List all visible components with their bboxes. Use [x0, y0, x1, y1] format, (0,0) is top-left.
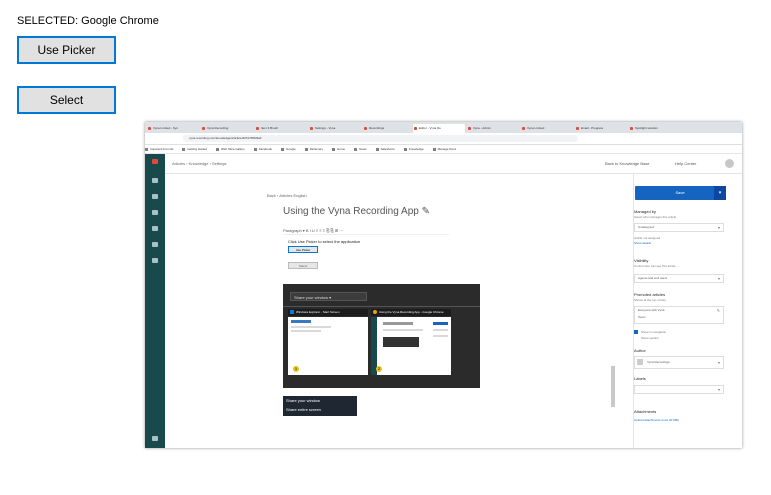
window-option-title: Using the Vyna Recording App - Google Ch… — [371, 309, 451, 316]
promotion-label: Promoted articles — [634, 292, 666, 297]
browser-tab: Recordings — [363, 124, 415, 133]
brand-icon — [152, 436, 158, 441]
avatar — [725, 159, 734, 168]
labels-field: ▾ — [634, 385, 724, 394]
browser-tab: Spotlight solution — [629, 124, 681, 133]
address-bar: vyna.recording.com/knowledge/article/edi… — [183, 135, 578, 142]
window-option-card: Windows Explorer - Start Screen 1 — [288, 309, 368, 375]
doc-breadcrumb: Back › Articles English — [267, 193, 307, 198]
author-field: Vyna Recordings ▾ — [634, 356, 724, 369]
browser-tab: Vyna Limited - Sys — [147, 124, 199, 133]
window-number-badge: 2 — [376, 366, 382, 372]
attachments-label: Attachments — [634, 409, 657, 414]
visibility-field: Agents and end users ▾ — [634, 274, 724, 283]
app-header — [145, 154, 742, 174]
breadcrumb: Articles › Knowledge › Settings — [172, 161, 227, 166]
author-label: Author — [634, 348, 646, 353]
list-icon — [152, 210, 158, 215]
visibility-sub: Control who can see this article — [634, 264, 676, 268]
browser-tab: Vyna Limited — [521, 124, 573, 133]
window-thumbnail — [371, 317, 451, 375]
embedded-save-button: Save — [635, 186, 725, 200]
app-logo-icon — [152, 159, 158, 164]
article-title: Using the Vyna Recording App ✎ — [283, 206, 430, 217]
promotion-sub: Shows at the top of lists — [634, 298, 666, 302]
selected-window-screenshot: Vyna Limited - Sys Vyna Recording Item 3… — [145, 122, 742, 448]
browser-tab-bar: Vyna Limited - Sys Vyna Recording Item 3… — [145, 122, 742, 133]
scrollbar — [611, 366, 615, 407]
checkbox-sub: Show section — [641, 336, 659, 340]
menu-item-share-window: Share your window — [286, 398, 321, 403]
chevron-down-icon: ▾ — [714, 186, 726, 200]
share-window-dropdown: Share your window ▾ — [290, 292, 367, 301]
window-option-title: Windows Explorer - Start Screen — [288, 309, 368, 316]
guide-icon — [152, 194, 158, 199]
select-button[interactable]: Select — [17, 86, 116, 114]
attachments-link: Upload attachments (max 20 MB) — [634, 418, 679, 422]
checkbox-label: Show in navigation — [641, 330, 667, 334]
menu-item-share-screen: Share entire screen — [286, 407, 321, 412]
window-number-badge: 1 — [293, 366, 299, 372]
browser-tab: Vyna - Admin — [467, 124, 519, 133]
window-thumbnail — [288, 317, 368, 375]
window-option-card-selected: Using the Vyna Recording App - Google Ch… — [371, 309, 451, 375]
explorer-icon — [290, 310, 294, 314]
app-left-rail — [145, 154, 165, 448]
author-avatar — [637, 359, 643, 365]
managed-link: Show details — [634, 241, 652, 245]
permission-field: Everyone with Vyna Team ✎ — [634, 306, 724, 324]
eye-icon — [152, 226, 158, 231]
articles-icon — [152, 178, 158, 183]
visibility-label: Visibility — [634, 258, 649, 263]
use-picker-button[interactable]: Use Picker — [17, 36, 116, 64]
editor-toolbar: Paragraph ▾ B I U ≡ ≡ ≡ ⎘ ⎘ ⊞ ⋯ — [283, 227, 449, 235]
bookmarks-bar: Imported From IE Getting started Web Slice… — [145, 145, 742, 154]
divider — [283, 306, 480, 307]
managed-by-sub: Select who manages this article — [634, 215, 677, 219]
browser-tab: Settings - Vyna — [309, 124, 361, 133]
managed-note: Article not assigned — [634, 236, 661, 240]
article-body-text: Click Use Picker to select the applicati… — [288, 239, 361, 244]
browser-tab: Item 3 Brush — [255, 124, 307, 133]
show-in-nav-checkbox — [634, 330, 638, 334]
embedded-select-button: Select — [288, 262, 318, 269]
managed-by-label: Managed by — [634, 209, 657, 214]
users-icon — [152, 242, 158, 247]
browser-tab: Email - Progress — [575, 124, 627, 133]
selected-status-text: SELECTED: Google Chrome — [17, 15, 159, 27]
gear-icon — [152, 258, 158, 263]
header-link: Back to Knowledge Base — [605, 161, 650, 166]
browser-tab-active: Editor - Vyna Re — [413, 124, 465, 133]
browser-tab: Vyna Recording — [201, 124, 253, 133]
help-link: Help Center — [675, 161, 697, 166]
embedded-use-picker-button: Use Picker — [288, 246, 318, 253]
managed-by-field: Unassigned ▾ — [634, 223, 724, 232]
chrome-icon — [373, 310, 377, 314]
labels-label: Labels — [634, 376, 646, 381]
